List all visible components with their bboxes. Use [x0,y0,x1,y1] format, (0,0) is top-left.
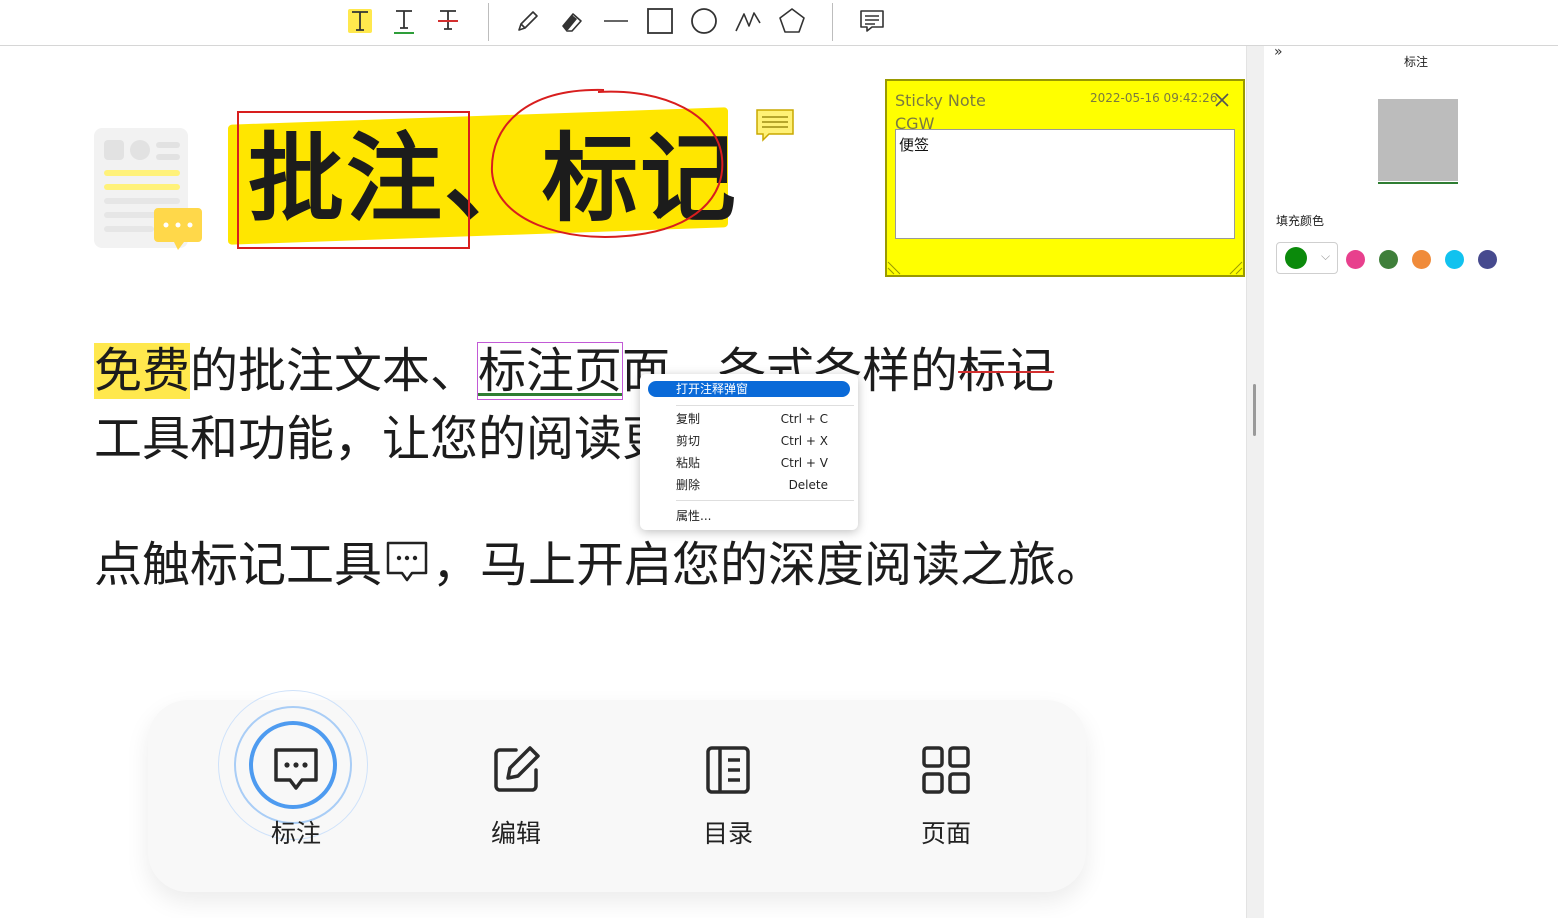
color-swatch-orange[interactable] [1412,250,1431,269]
panel-title: 标注 [1404,55,1429,69]
rectangle-icon [647,8,673,34]
sticky-note-author: CGW [895,114,935,130]
paragraph-1: 免费的批注文本、标注页面，各式各样的标记 [94,338,1054,404]
toolbar-divider [832,3,833,41]
menu-item-label: 粘贴 [676,456,701,470]
strikeout-text-tool[interactable] [430,4,466,38]
paragraph-text: 点触标记工具 [94,537,383,593]
polyline-icon [735,12,761,32]
polygon-icon [779,8,805,33]
note-tool[interactable] [854,4,890,38]
menu-item-label: 剪切 [676,434,701,448]
menu-item-shortcut: Ctrl + C [780,412,828,426]
pencil-tool[interactable] [510,4,546,38]
menu-item-shortcut: Ctrl + X [780,434,828,448]
annotation-toolbar [0,0,1558,46]
menu-item-label: 打开注释弹窗 [676,382,749,396]
line-tool[interactable] [598,4,634,38]
paragraph-text: 的批注文本、 [190,343,479,399]
comment-icon [274,748,318,790]
menu-item-label: 删除 [676,478,701,492]
color-swatch-indigo[interactable] [1478,250,1497,269]
resize-grip-icon[interactable] [1229,261,1243,275]
annotation-preview [1378,99,1458,181]
line-icon [604,20,628,22]
panel-expand-button[interactable]: » [1274,44,1283,60]
text-underline-icon [394,10,414,34]
color-swatch-pink[interactable] [1346,250,1365,269]
selected-color-dot [1285,247,1307,269]
pages-grid-icon [922,746,970,794]
fill-color-select[interactable]: ⌵ [1276,242,1338,274]
nav-label: 页面 [920,819,971,848]
toolbar-divider [488,3,489,41]
underlined-text[interactable]: 标注页 [477,342,624,400]
text-strikeout-icon [438,10,458,30]
pencil-icon [518,11,538,31]
menu-item-label: 属性... [676,509,712,523]
resize-grip-icon[interactable] [887,261,901,275]
document-scrollbar[interactable] [1246,46,1264,918]
annotation-preview-underline [1378,182,1458,184]
highlighted-text[interactable]: 免费 [94,343,191,399]
close-icon[interactable] [1213,91,1231,109]
sticky-note-textarea[interactable]: 便签 [895,129,1235,239]
menu-item-shortcut: Delete [788,478,828,492]
color-swatch-green[interactable] [1379,250,1398,269]
eraser-tool[interactable] [554,4,590,38]
chevron-down-icon: ⌵ [1321,249,1331,263]
paragraph-text: ，马上开启您的深度阅读之旅。 [432,537,1105,593]
circle-icon [691,8,717,34]
scrollbar-thumb[interactable] [1253,384,1256,436]
nav-item-edit[interactable]: 编辑 [456,740,576,850]
eraser-icon [562,13,582,32]
nav-item-annotate[interactable]: 标注 [236,740,356,850]
bottom-navigation: 标注 编辑 目录 页面 [148,690,1086,892]
menu-item-paste[interactable]: 粘贴 Ctrl + V [648,455,850,471]
rectangle-tool[interactable] [642,4,678,38]
color-swatch-cyan[interactable] [1445,250,1464,269]
menu-divider [676,500,854,501]
polygon-tool[interactable] [774,4,810,38]
nav-label: 目录 [702,819,753,848]
nav-item-pages[interactable]: 页面 [886,740,1006,850]
highlight-text-tool[interactable] [342,4,378,38]
nav-label: 标注 [270,819,321,848]
menu-divider [676,405,854,406]
paragraph-3: 点触标记工具 ，马上开启您的深度阅读之旅。 [94,532,1104,598]
properties-panel: » 标注 填充颜色 ⌵ [1264,44,1558,918]
menu-item-cut[interactable]: 剪切 Ctrl + X [648,433,850,449]
comment-annotation-icon[interactable] [755,108,795,144]
nav-item-toc[interactable]: 目录 [668,740,788,850]
sticky-note-popup[interactable]: Sticky Note CGW 2022-05-16 09:42:26 便签 [885,79,1245,277]
menu-item-properties[interactable]: 属性... [648,508,850,524]
ellipse-annotation[interactable] [486,86,728,242]
text-highlight-icon [348,9,372,33]
nav-label: 编辑 [490,819,541,848]
underline-text-tool[interactable] [386,4,422,38]
rectangle-annotation[interactable] [237,111,470,249]
fill-color-label: 填充颜色 [1276,214,1325,228]
circle-tool[interactable] [686,4,722,38]
strikeout-text[interactable]: 标记 [958,343,1054,399]
menu-item-open-popup[interactable]: 打开注释弹窗 [648,381,850,397]
menu-item-label: 复制 [676,412,701,426]
polyline-tool[interactable] [730,4,766,38]
sticky-note-timestamp: 2022-05-16 09:42:26 [1090,91,1218,105]
menu-item-delete[interactable]: 删除 Delete [648,477,850,493]
toc-icon [706,746,750,794]
context-menu: 打开注释弹窗 复制 Ctrl + C 剪切 Ctrl + X 粘贴 Ctrl +… [640,374,858,530]
edit-icon [494,746,540,792]
menu-item-copy[interactable]: 复制 Ctrl + C [648,411,850,427]
document-illustration-icon [94,128,202,250]
menu-item-shortcut: Ctrl + V [780,456,828,470]
sticky-note-title: Sticky Note [895,91,986,110]
comment-icon [386,541,428,582]
note-icon [860,10,884,32]
